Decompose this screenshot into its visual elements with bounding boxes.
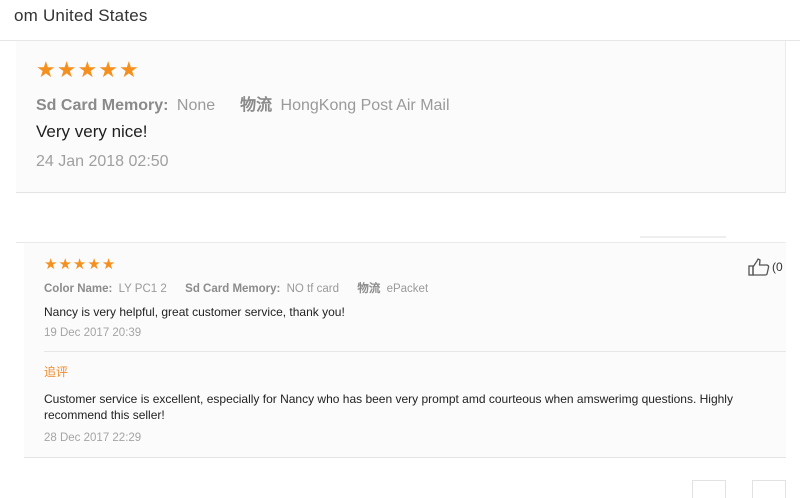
review-date: 24 Jan 2018 02:50 bbox=[36, 153, 169, 170]
star-icon: ★ bbox=[101, 256, 116, 273]
helpful-button[interactable]: (0 bbox=[748, 258, 783, 276]
additional-feedback-text: Customer service is excellent, especiall… bbox=[44, 392, 733, 422]
review-meta: Sd Card Memory: None 物流 HongKong Post Ai… bbox=[36, 91, 450, 115]
sd-card-value: None bbox=[176, 97, 216, 114]
thumbs-up-icon bbox=[748, 258, 770, 276]
star-icon: ★ bbox=[77, 57, 98, 82]
shipping-label: 物流 bbox=[357, 283, 381, 295]
sd-card-label: Sd Card Memory: bbox=[185, 283, 281, 295]
additional-feedback-date: 28 Dec 2017 22:29 bbox=[44, 432, 142, 444]
star-icon: ★ bbox=[87, 256, 101, 273]
star-icon: ★ bbox=[72, 256, 87, 273]
additional-feedback-label: 追评 bbox=[44, 365, 69, 379]
star-icon: ★ bbox=[98, 57, 118, 82]
shipping-value: ePacket bbox=[386, 283, 429, 295]
color-value: LY PC1 2 bbox=[118, 283, 167, 295]
review-text: Very very nice! bbox=[36, 122, 148, 141]
star-icon: ★ bbox=[44, 256, 58, 273]
page: om United States ★ ★ ★ ★ ★ Sd Card Memor… bbox=[0, 0, 800, 498]
pagination-button[interactable] bbox=[692, 480, 726, 498]
star-icon: ★ bbox=[56, 57, 77, 82]
sd-card-value: NO tf card bbox=[286, 283, 339, 295]
star-icon: ★ bbox=[118, 57, 139, 82]
star-icon: ★ bbox=[58, 256, 72, 273]
reviewer-country-text: om United States bbox=[14, 6, 148, 25]
review-meta: Color Name: LY PC1 2 Sd Card Memory: NO … bbox=[44, 280, 428, 296]
helpful-count: (0 bbox=[772, 260, 783, 274]
shipping-value: HongKong Post Air Mail bbox=[280, 97, 450, 114]
review-date: 19 Dec 2017 20:39 bbox=[44, 327, 142, 339]
review-text: Nancy is very helpful, great customer se… bbox=[44, 305, 345, 319]
star-rating: ★ ★ ★ ★ ★ bbox=[44, 257, 115, 272]
divider bbox=[640, 236, 726, 238]
review-card-main: ★ ★ ★ ★ ★ Sd Card Memory: None 物流 HongKo… bbox=[16, 41, 786, 193]
sd-card-label: Sd Card Memory: bbox=[36, 97, 169, 114]
review-card-second: ★ ★ ★ ★ ★ Color Name: LY PC1 2 Sd Card M… bbox=[24, 243, 786, 458]
pagination-button[interactable] bbox=[752, 480, 786, 498]
star-icon: ★ bbox=[36, 57, 56, 82]
star-rating: ★ ★ ★ ★ ★ bbox=[36, 59, 139, 81]
color-label: Color Name: bbox=[44, 283, 113, 295]
divider bbox=[44, 351, 786, 352]
shipping-label: 物流 bbox=[240, 97, 273, 114]
